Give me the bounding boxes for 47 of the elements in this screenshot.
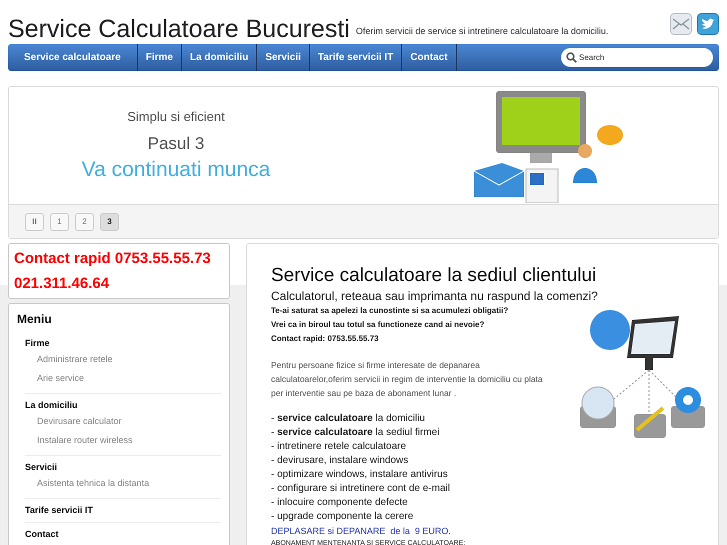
article-highlight: Contact rapid: 0753.55.55.73: [271, 333, 380, 345]
service-list-item: - intretinere retele calculatoare: [271, 440, 408, 454]
slide-subtitle: Simplu si eficient: [126, 109, 226, 124]
service-list-item: - upgrade componente la cerere: [271, 510, 414, 524]
page-button[interactable]: II: [25, 212, 44, 230]
article-subtitle: Calculatorul, reteaua sau imprimanta nu raspund la comenzi?: [271, 288, 599, 304]
nav-link[interactable]: Servicii: [257, 44, 310, 71]
contact-phone: 021.311.46.64: [14, 274, 110, 294]
service-list-item: - optimizare windows, instalare antivirus: [271, 468, 449, 482]
article-highlight: Vrei ca in biroul tau totul sa functioneze cand ai nevoie?: [271, 319, 486, 331]
menu-item[interactable]: Contact: [25, 527, 221, 541]
slide-headline: Va continuati munca: [80, 158, 272, 182]
page-button[interactable]: 2: [75, 212, 94, 230]
article-highlight: Te-ai saturat sa apelezi la cunostinte si sa acumulezi obligatii?: [271, 305, 510, 317]
mail-icon[interactable]: [670, 13, 692, 35]
service-list-item: - devirusare, instalare windows: [271, 454, 410, 468]
offer-text: DEPLASARE si DEPANARE de la 9 EURO.: [271, 525, 452, 538]
service-list-item: - service calculatoare la domiciliu: [271, 412, 426, 426]
submenu-item[interactable]: Asistenta tehnica la distanta: [37, 474, 221, 493]
service-list-item: - inlocuire componente defecte: [271, 496, 409, 510]
menu-item[interactable]: Servicii: [25, 460, 221, 474]
nav-link[interactable]: Tarife servicii IT: [310, 44, 402, 71]
site-tagline: Oferim servicii de service si intretinere calculatoare la domiciliu.: [356, 26, 608, 36]
contact-phone: Contact rapid 0753.55.55.73: [14, 249, 212, 269]
submenu-item[interactable]: Instalare router wireless: [37, 431, 221, 450]
submenu-item[interactable]: Arie service: [37, 369, 221, 388]
page-button[interactable]: 3: [100, 212, 119, 230]
submenu-item[interactable]: Devirusare calculator: [37, 412, 221, 431]
service-list-item: - service calculatoare la sediul firmei: [271, 426, 440, 440]
search-field[interactable]: Search: [561, 48, 713, 67]
menu-title: Meniu: [17, 312, 53, 326]
slide-step: Pasul 3: [26, 134, 326, 154]
nav-link[interactable]: Firme: [138, 44, 182, 71]
submenu-item[interactable]: Administrare retele: [37, 350, 221, 369]
nav-link[interactable]: La domiciliu: [182, 44, 258, 71]
bird-icon[interactable]: [697, 13, 719, 35]
menu-item[interactable]: La domiciliu: [25, 398, 221, 412]
article-title: Service calculatoare la sediul clientului: [271, 264, 598, 288]
nav-link[interactable]: Contact: [402, 44, 457, 71]
page-button[interactable]: 1: [50, 212, 69, 230]
menu-item[interactable]: Tarife servicii IT: [25, 503, 221, 517]
article-paragraph: Pentru persoane fizice si firme interesate de depanarea calculatoarelor,oferim servicii in regim de interventie la domiciliu cu plata per interventie sau pe baza de abonament lunar .: [271, 359, 544, 400]
menu-item[interactable]: Firme: [25, 336, 221, 350]
service-list-item: - configurare si intretinere cont de e-mail: [271, 482, 451, 496]
site-title: Service Calculatoare Bucuresti: [8, 14, 350, 44]
search-icon: [566, 52, 577, 63]
nav-link[interactable]: Service calculatoare: [8, 44, 138, 71]
